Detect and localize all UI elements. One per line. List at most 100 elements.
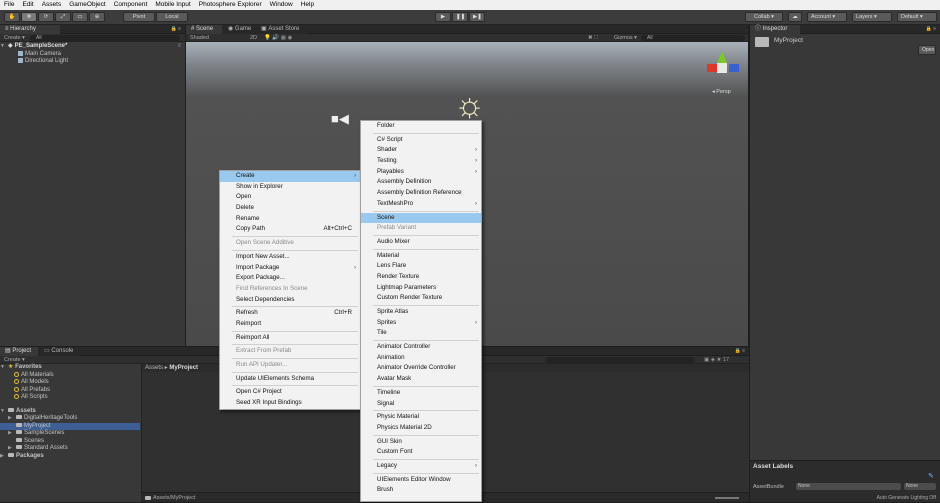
create-item-tile[interactable]: Tile: [361, 328, 481, 339]
menu-window[interactable]: Window: [266, 0, 297, 10]
create-item-custom-render-texture[interactable]: Custom Render Texture: [361, 293, 481, 304]
shading-dropdown[interactable]: Shaded: [190, 35, 209, 41]
hierarchy-create-button[interactable]: Create ▾: [4, 35, 25, 41]
scene-search-input[interactable]: All: [641, 35, 745, 41]
create-item-testing[interactable]: Testing ›: [361, 156, 481, 167]
ctx-item-import-new-asset[interactable]: Import New Asset...: [220, 252, 360, 263]
expand-arrow-icon[interactable]: ▼: [0, 408, 8, 416]
persp-label[interactable]: ◂ Persp: [712, 89, 731, 95]
inspector-options-icon[interactable]: 🔒 ≡: [925, 25, 936, 34]
scene-row[interactable]: ▼ ◆ PE_SampleScene* ≡: [0, 43, 185, 51]
tab-project[interactable]: ▤ Project: [0, 347, 38, 356]
ctx-item-refresh[interactable]: Refresh Ctrl+R: [220, 308, 360, 319]
scale-tool-icon[interactable]: ⤢: [55, 12, 71, 22]
collapse-arrow-icon[interactable]: ▶: [0, 453, 8, 461]
panel-options-icon[interactable]: 🔒 ≡: [170, 25, 181, 34]
menu-file[interactable]: File: [0, 0, 18, 10]
sun-light-icon[interactable]: ☼: [454, 88, 485, 122]
pause-button-icon[interactable]: ❚❚: [452, 12, 468, 22]
move-tool-icon[interactable]: ✥: [21, 12, 37, 22]
hierarchy-item[interactable]: Main Camera: [0, 50, 185, 59]
open-button[interactable]: Open: [918, 45, 936, 55]
menu-help[interactable]: Help: [297, 0, 318, 10]
ctx-item-import-package[interactable]: Import Package ›: [220, 263, 360, 274]
play-button-icon[interactable]: ▶: [435, 12, 451, 22]
create-item-lens-flare[interactable]: Lens Flare: [361, 261, 481, 272]
create-item-textmeshpro[interactable]: TextMeshPro ›: [361, 199, 481, 210]
create-item-sprite-atlas[interactable]: Sprite Atlas: [361, 307, 481, 318]
hand-tool-icon[interactable]: ✋: [4, 12, 20, 22]
account-dropdown[interactable]: Account ▾: [807, 12, 847, 22]
favorite-item[interactable]: All Models: [0, 379, 140, 387]
breadcrumb-root[interactable]: Assets: [145, 365, 163, 371]
local-toggle[interactable]: Local: [156, 12, 188, 22]
menu-photosphere-explorer[interactable]: Photosphere Explorer: [195, 0, 266, 10]
2d-toggle[interactable]: 2D: [250, 34, 257, 42]
breadcrumb-current[interactable]: MyProject: [169, 365, 198, 371]
ctx-item-update-uielements-schema[interactable]: Update UIElements Schema: [220, 374, 360, 385]
create-item-gui-skin[interactable]: GUI Skin: [361, 437, 481, 448]
asset-folder[interactable]: ▶ SampleScenes: [0, 430, 140, 438]
collab-dropdown[interactable]: Collab ▾: [745, 12, 783, 22]
tab-hierarchy[interactable]: ≡ Hierarchy: [0, 25, 60, 34]
create-item-audio-mixer[interactable]: Audio Mixer: [361, 237, 481, 248]
favorite-item[interactable]: All Prefabs: [0, 386, 140, 395]
label-tag-icon[interactable]: ✎: [928, 472, 934, 480]
asset-folder[interactable]: ▶ Standard Assets: [0, 445, 140, 453]
asset-bundle-dropdown[interactable]: None: [796, 483, 901, 490]
project-search-input[interactable]: [545, 357, 695, 363]
expand-arrow-icon[interactable]: ▼: [0, 43, 8, 51]
scene-toggles-icon[interactable]: 💡 🔊 ▦ ◉: [264, 34, 292, 42]
transform-tool-icon[interactable]: ⊕: [89, 12, 105, 22]
create-item-playables[interactable]: Playables ›: [361, 167, 481, 178]
tab-console[interactable]: ▭ Console: [39, 347, 79, 356]
camera-tools-icon[interactable]: ✖ ⛶: [588, 34, 598, 42]
hierarchy-search-input[interactable]: All: [30, 35, 180, 41]
create-item-render-texture[interactable]: Render Texture: [361, 272, 481, 283]
create-item-brush[interactable]: Brush: [361, 485, 481, 496]
create-item-legacy[interactable]: Legacy ›: [361, 461, 481, 472]
scene-menu-icon[interactable]: ≡: [177, 43, 181, 51]
ctx-item-reimport-all[interactable]: Reimport All: [220, 333, 360, 344]
menu-assets[interactable]: Assets: [38, 0, 66, 10]
favorite-item[interactable]: All Scripts: [0, 394, 140, 402]
project-options-icon[interactable]: 🔒 ≡: [734, 347, 745, 356]
expand-arrow-icon[interactable]: ▼: [0, 364, 8, 372]
collapse-arrow-icon[interactable]: ▶: [8, 430, 16, 438]
asset-folder[interactable]: ▶ DigitalHeritageTools: [0, 415, 140, 423]
tab-scene[interactable]: # Scene: [186, 25, 222, 34]
ctx-item-export-package[interactable]: Export Package...: [220, 273, 360, 284]
zoom-slider[interactable]: [715, 497, 739, 499]
asset-folder[interactable]: Scenes: [0, 438, 140, 446]
tab-asset-store[interactable]: ▣ Asset Store: [256, 25, 306, 34]
ctx-item-create[interactable]: Create ›: [220, 171, 360, 182]
create-item-custom-font[interactable]: Custom Font: [361, 447, 481, 458]
create-item-scene[interactable]: Scene: [361, 212, 481, 224]
asset-variant-dropdown[interactable]: None: [904, 483, 936, 490]
menu-mobile-input[interactable]: Mobile Input: [151, 0, 194, 10]
create-item-lightmap-parameters[interactable]: Lightmap Parameters: [361, 283, 481, 294]
create-item-assembly-definition[interactable]: Assembly Definition: [361, 177, 481, 188]
step-button-icon[interactable]: ▶❚: [469, 12, 485, 22]
menu-component[interactable]: Component: [110, 0, 152, 10]
rect-tool-icon[interactable]: ▭: [72, 12, 88, 22]
cloud-icon[interactable]: ☁: [788, 12, 802, 22]
packages-row[interactable]: ▶ Packages: [0, 453, 140, 461]
rotate-tool-icon[interactable]: ⟳: [38, 12, 54, 22]
create-item-signal[interactable]: Signal: [361, 399, 481, 410]
assets-row[interactable]: ▼ Assets: [0, 408, 140, 416]
asset-folder-selected[interactable]: MyProject: [0, 422, 140, 430]
create-item-shader[interactable]: Shader ›: [361, 145, 481, 156]
tab-inspector[interactable]: ⓘ Inspector: [750, 25, 800, 34]
camera-gizmo-icon[interactable]: ■◀: [331, 112, 349, 125]
favorite-item[interactable]: All Materials: [0, 371, 140, 380]
ctx-item-select-dependencies[interactable]: Select Dependencies: [220, 295, 360, 306]
create-item-sprites[interactable]: Sprites ›: [361, 318, 481, 329]
ctx-item-reimport[interactable]: Reimport: [220, 319, 360, 330]
ctx-item-open-c-project[interactable]: Open C# Project: [220, 387, 360, 398]
project-filter-icons[interactable]: ▣ ◈ ★ 17: [704, 356, 729, 364]
create-item-material[interactable]: Material: [361, 251, 481, 262]
collapse-arrow-icon[interactable]: ▶: [8, 445, 16, 453]
create-item-physic-material[interactable]: Physic Material: [361, 412, 481, 423]
create-item-uielements-editor-window[interactable]: UIElements Editor Window: [361, 475, 481, 486]
